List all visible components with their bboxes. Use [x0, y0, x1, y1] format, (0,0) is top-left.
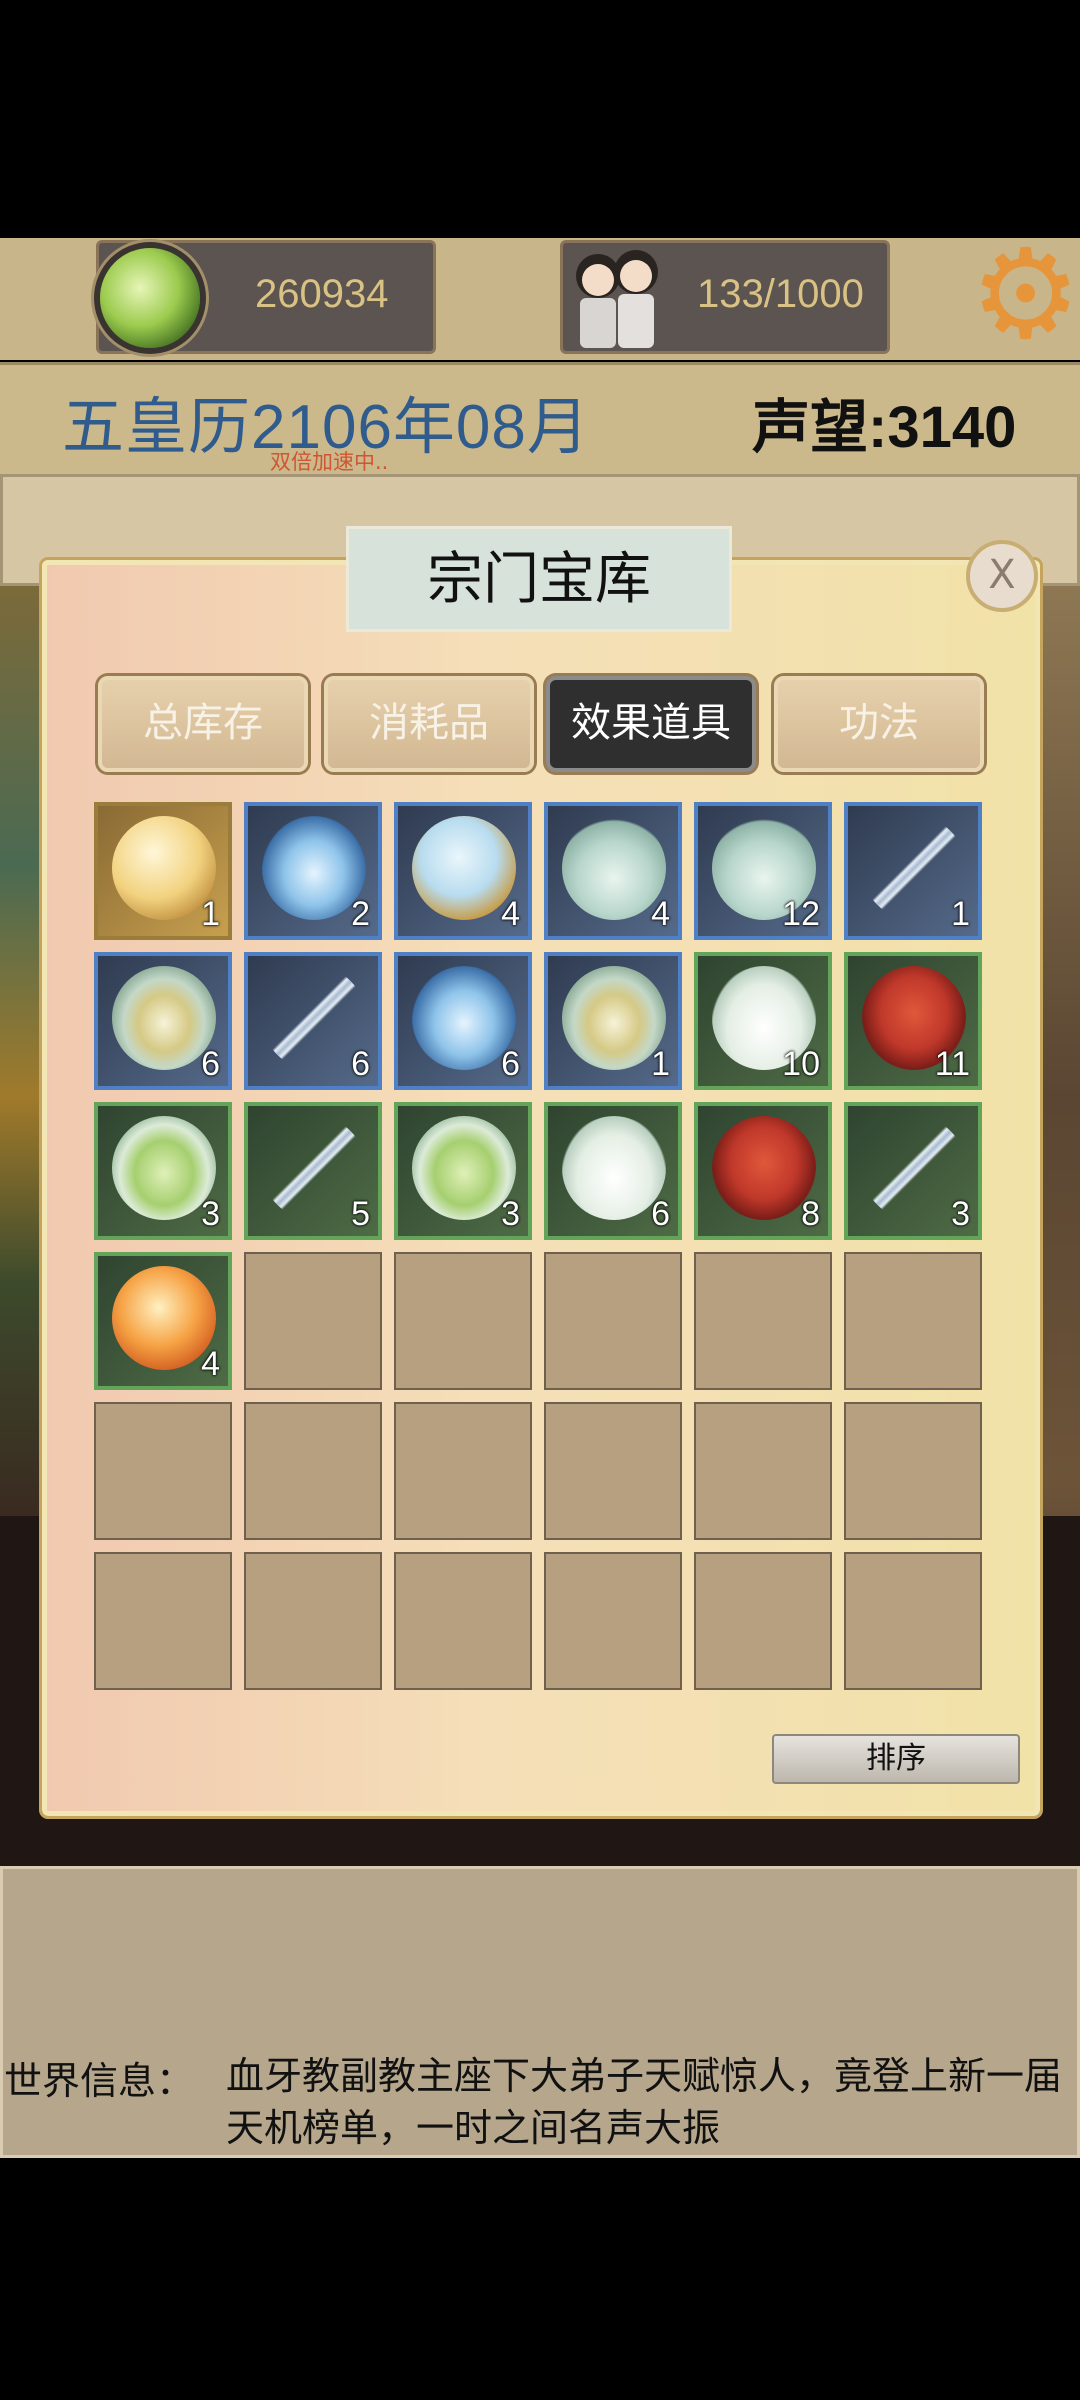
- item-count: 6: [501, 1045, 520, 1083]
- tab-total-inventory[interactable]: 总库存: [98, 676, 308, 772]
- item-count: 3: [501, 1195, 520, 1233]
- item-count: 4: [201, 1345, 220, 1383]
- item-count: 4: [501, 895, 520, 933]
- inventory-slot-empty[interactable]: [394, 1402, 532, 1540]
- sort-button[interactable]: 排序: [772, 1734, 1020, 1784]
- inventory-slot-red-rice[interactable]: 8: [694, 1102, 832, 1240]
- inventory-slot-empty[interactable]: [394, 1252, 532, 1390]
- inventory-slot-fire-orb[interactable]: 4: [94, 1252, 232, 1390]
- modal-title: 宗门宝库: [427, 547, 651, 612]
- world-message-text: 血牙教副教主座下大弟子天赋惊人，竟登上新一届天机榜单，一时之间名声大振: [226, 2054, 1063, 2150]
- inventory-slot-spirit-sword[interactable]: 3: [844, 1102, 982, 1240]
- prestige-value: 声望:3140: [752, 395, 1017, 460]
- inventory-slot-spirit-sword[interactable]: 5: [244, 1102, 382, 1240]
- inventory-slot-tea-bowl[interactable]: 1: [544, 952, 682, 1090]
- inventory-slot-empty[interactable]: [94, 1402, 232, 1540]
- item-count: 6: [651, 1195, 670, 1233]
- tab-consumables[interactable]: 消耗品: [324, 676, 534, 772]
- settings-gear-icon[interactable]: ⚙: [970, 233, 1080, 357]
- inventory-slot-tea-bowl[interactable]: 6: [94, 952, 232, 1090]
- item-count: 8: [801, 1195, 820, 1233]
- inventory-slot-wine-gourd[interactable]: 10: [694, 952, 832, 1090]
- inventory-slot-empty[interactable]: [694, 1552, 832, 1690]
- item-count: 5: [351, 1195, 370, 1233]
- item-count: 6: [201, 1045, 220, 1083]
- item-count: 6: [351, 1045, 370, 1083]
- inventory-slot-empty[interactable]: [544, 1552, 682, 1690]
- background-scene-left: [0, 586, 44, 1516]
- spirit-stone-value: 260934: [255, 272, 389, 316]
- inventory-slot-red-rice[interactable]: 11: [844, 952, 982, 1090]
- item-count: 1: [651, 1045, 670, 1083]
- inventory-slot-empty[interactable]: [544, 1402, 682, 1540]
- inventory-slot-porcelain-jug[interactable]: 4: [544, 802, 682, 940]
- inventory-slot-spirit-sword[interactable]: 6: [244, 952, 382, 1090]
- item-count: 2: [351, 895, 370, 933]
- item-count: 3: [951, 1195, 970, 1233]
- inventory-slot-crystal-orb[interactable]: 4: [394, 802, 532, 940]
- inventory-slot-green-tea[interactable]: 3: [394, 1102, 532, 1240]
- disciple-count: 133/1000: [697, 272, 864, 316]
- world-message-label: 世界信息：: [4, 2059, 195, 2103]
- spirit-stone-icon: [100, 248, 200, 348]
- inventory-slot-empty[interactable]: [844, 1402, 982, 1540]
- inventory-slot-empty[interactable]: [694, 1252, 832, 1390]
- inventory-slot-wine-gourd[interactable]: 6: [544, 1102, 682, 1240]
- inventory-slot-empty[interactable]: [394, 1552, 532, 1690]
- tab-techniques[interactable]: 功法: [774, 676, 984, 772]
- item-count: 4: [651, 895, 670, 933]
- inventory-slot-jade-disc[interactable]: 6: [394, 952, 532, 1090]
- inventory-slot-empty[interactable]: [844, 1252, 982, 1390]
- inventory-slot-empty[interactable]: [844, 1552, 982, 1690]
- item-count: 10: [782, 1045, 820, 1083]
- inventory-slot-empty[interactable]: [94, 1552, 232, 1690]
- speed-status: 双倍加速中..: [270, 450, 389, 474]
- item-count: 1: [951, 895, 970, 933]
- inventory-slot-empty[interactable]: [244, 1402, 382, 1540]
- inventory-slot-empty[interactable]: [244, 1252, 382, 1390]
- item-count: 11: [934, 1045, 970, 1083]
- item-count: 3: [201, 1195, 220, 1233]
- inventory-slot-jade-disc[interactable]: 2: [244, 802, 382, 940]
- inventory-slot-empty[interactable]: [244, 1552, 382, 1690]
- inventory-slot-spirit-sword[interactable]: 1: [844, 802, 982, 940]
- disciple-avatar-icon: [550, 236, 680, 358]
- inventory-slot-golden-pearl[interactable]: 1: [94, 802, 232, 940]
- inventory-slot-empty[interactable]: [544, 1252, 682, 1390]
- item-count: 1: [201, 895, 220, 933]
- inventory-slot-empty[interactable]: [694, 1402, 832, 1540]
- item-count: 12: [782, 895, 820, 933]
- tab-effect-items[interactable]: 效果道具: [546, 676, 756, 772]
- inventory-slot-green-tea[interactable]: 3: [94, 1102, 232, 1240]
- inventory-slot-porcelain-jug[interactable]: 12: [694, 802, 832, 940]
- close-button[interactable]: X: [966, 540, 1038, 612]
